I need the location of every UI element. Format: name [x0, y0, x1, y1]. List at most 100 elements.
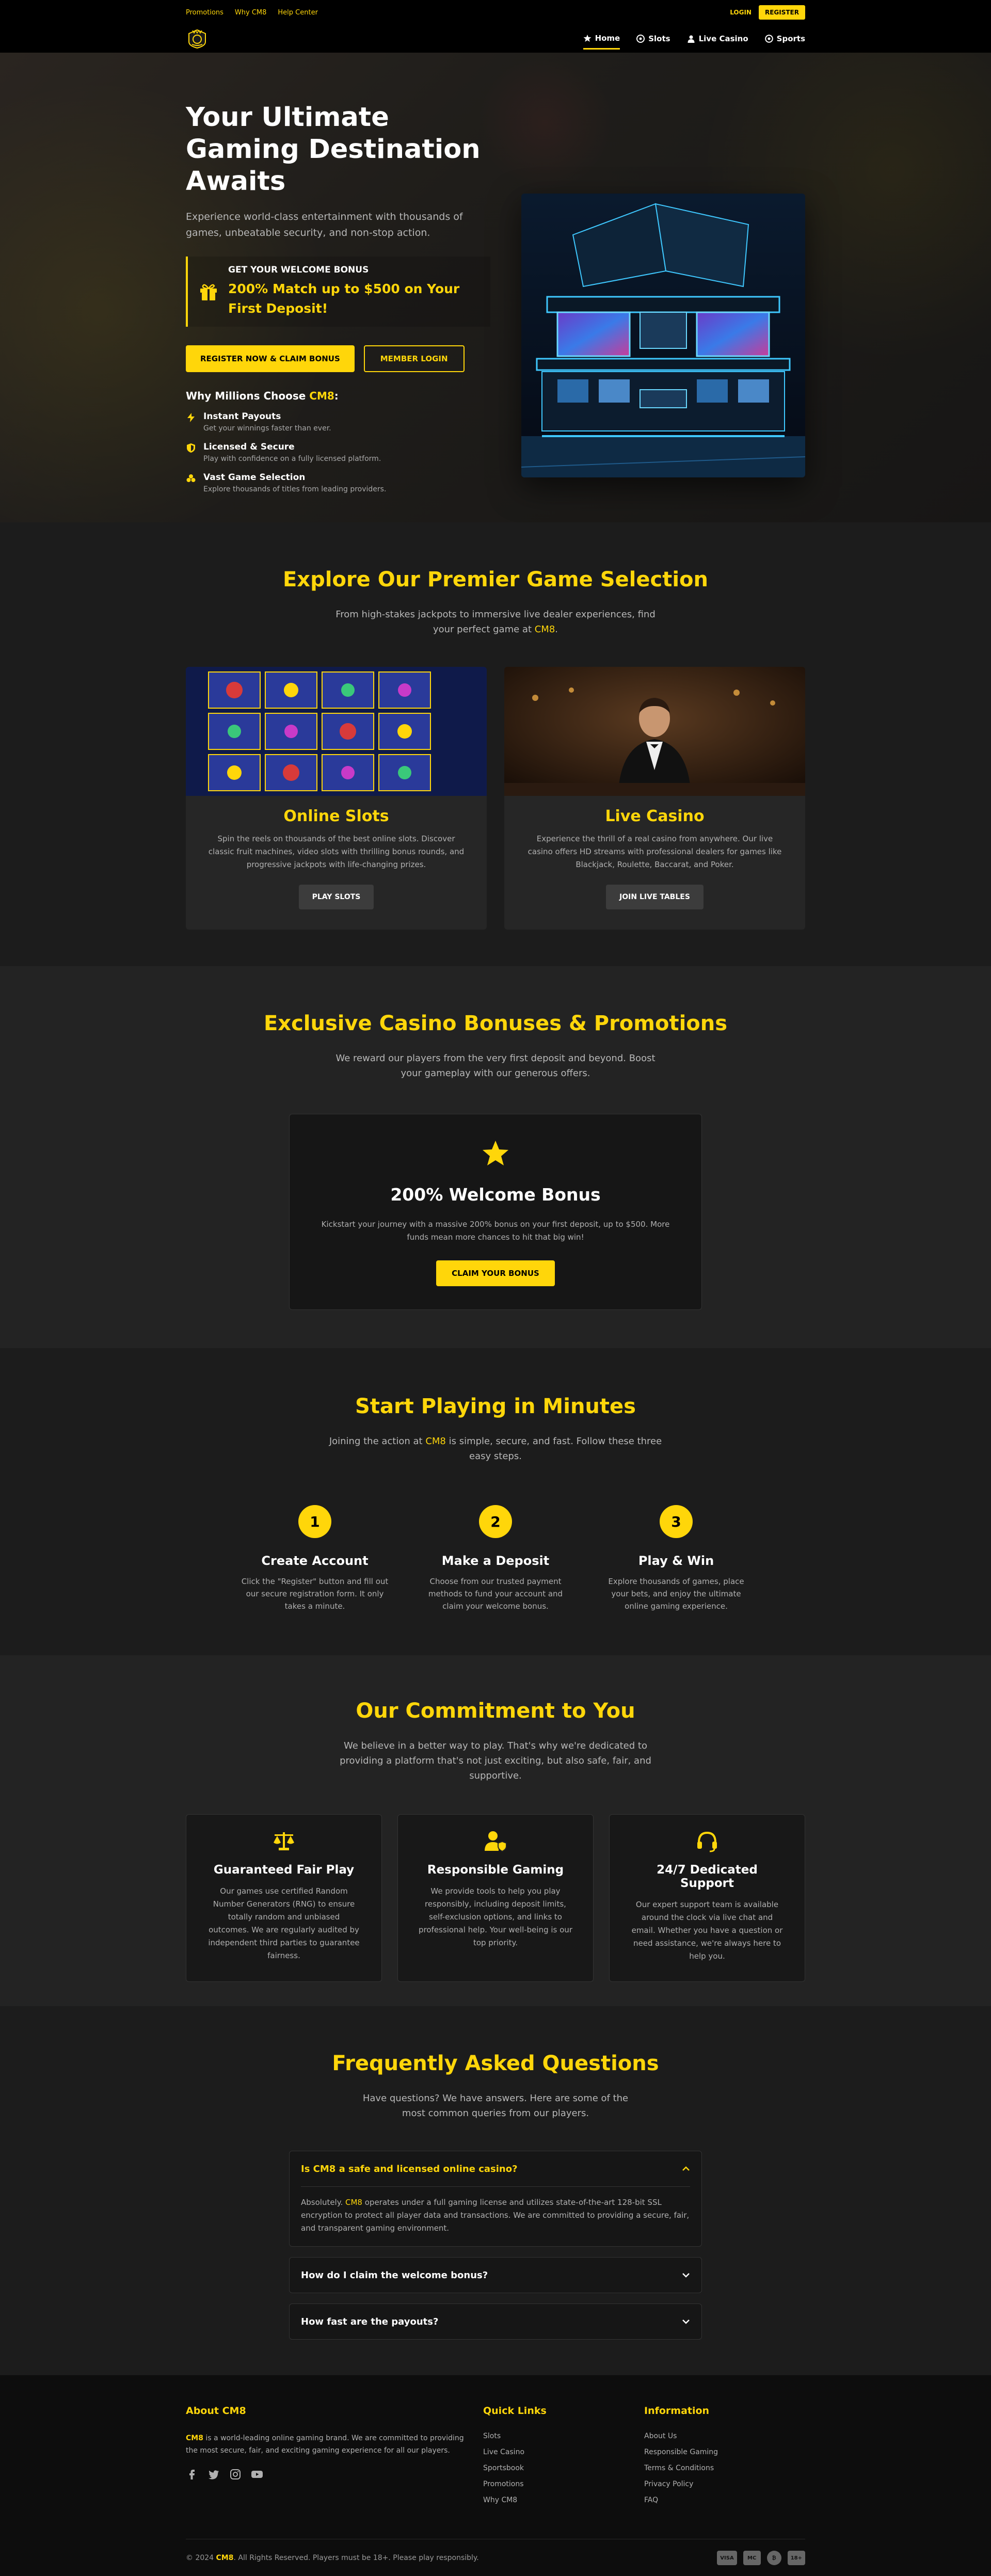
- feature-text: Explore thousands of titles from leading…: [203, 485, 387, 493]
- social-links: [186, 2468, 483, 2481]
- nav-label: Home: [595, 33, 620, 43]
- footer-link-responsible-gaming[interactable]: Responsible Gaming: [644, 2448, 805, 2456]
- user-shield-icon: [485, 1831, 507, 1852]
- commitment-heading: Our Commitment to You: [356, 1699, 635, 1723]
- faq-question-text: How do I claim the welcome bonus?: [301, 2269, 488, 2281]
- login-link[interactable]: LOGIN: [730, 9, 752, 16]
- step-play-win: 3 Play & Win Explore thousands of games,…: [599, 1505, 754, 1612]
- hero-section: Your Ultimate Gaming Destination Awaits …: [0, 53, 991, 522]
- why-list: Instant Payouts Get your winnings faster …: [186, 411, 490, 493]
- footer-link-sportsbook[interactable]: Sportsbook: [483, 2464, 644, 2472]
- step-create-account: 1 Create Account Click the "Register" bu…: [237, 1505, 392, 1612]
- footer-about-text: CM8 is a world-leading online gaming bra…: [186, 2432, 465, 2457]
- payment-icons: VISA MC ₿ 18+: [717, 2551, 805, 2565]
- footer-link-promotions[interactable]: Promotions: [483, 2480, 644, 2488]
- game-card-text: Experience the thrill of a real casino f…: [528, 834, 782, 869]
- commit-title: Responsible Gaming: [427, 1863, 564, 1877]
- footer-link-live-casino[interactable]: Live Casino: [483, 2448, 644, 2456]
- faq-question-text: Is CM8 a safe and licensed online casino…: [301, 2163, 518, 2174]
- commit-text: Our expert support team is available aro…: [631, 1900, 783, 1961]
- step-number: 2: [479, 1505, 512, 1538]
- steps-section: Start Playing in Minutes Joining the act…: [0, 1348, 991, 1655]
- footer-link-privacy[interactable]: Privacy Policy: [644, 2480, 805, 2488]
- faq-question[interactable]: Is CM8 a safe and licensed online casino…: [290, 2151, 701, 2186]
- nav-sports[interactable]: Sports: [764, 28, 805, 50]
- join-live-tables-button[interactable]: JOIN LIVE TABLES: [606, 885, 704, 909]
- steps-heading: Start Playing in Minutes: [355, 1395, 636, 1418]
- cm8-logo[interactable]: [186, 28, 209, 49]
- twitter-icon[interactable]: [207, 2468, 220, 2481]
- step-title: Make a Deposit: [441, 1554, 550, 1568]
- feature-text: Get your winnings faster than ever.: [203, 424, 331, 433]
- games-lead-suffix: .: [555, 624, 558, 635]
- steps-lead-text: Joining the action at: [329, 1436, 426, 1447]
- game-card-title: Online Slots: [283, 807, 389, 825]
- user-icon: [688, 35, 695, 43]
- faq-question[interactable]: How fast are the payouts?: [290, 2304, 701, 2339]
- footer-link-slots[interactable]: Slots: [483, 2432, 644, 2440]
- steps-lead: Joining the action at CM8 is simple, sec…: [325, 1434, 666, 1464]
- claim-bonus-button[interactable]: CLAIM YOUR BONUS: [436, 1260, 555, 1286]
- step-text: Explore thousands of games, place your b…: [608, 1577, 744, 1611]
- top-link-help-center[interactable]: Help Center: [278, 9, 318, 17]
- nav-live-casino[interactable]: Live Casino: [687, 28, 748, 50]
- chevron-up-icon: [682, 2166, 690, 2171]
- top-link-promotions[interactable]: Promotions: [186, 9, 223, 17]
- chevron-down-icon: [682, 2319, 690, 2324]
- member-login-button[interactable]: MEMBER LOGIN: [363, 345, 465, 372]
- step-make-deposit: 2 Make a Deposit Choose from our trusted…: [418, 1505, 573, 1612]
- register-button-small[interactable]: REGISTER: [758, 5, 805, 20]
- soccer-ball-icon: [764, 35, 773, 43]
- bitcoin-icon: ₿: [766, 2551, 781, 2565]
- live-casino-image: [504, 667, 805, 796]
- dice-icon: [636, 35, 645, 43]
- why-choose-heading: Why Millions Choose CM8:: [186, 390, 490, 402]
- step-title: Play & Win: [638, 1554, 714, 1568]
- games-lead: From high-stakes jackpots to immersive l…: [325, 607, 666, 637]
- step-text: Choose from our trusted payment methods …: [428, 1577, 563, 1611]
- step-title: Create Account: [261, 1554, 369, 1568]
- gift-icon: [200, 284, 217, 300]
- footer-link-why-cm8[interactable]: Why CM8: [483, 2496, 644, 2504]
- bonus-heading: Exclusive Casino Bonuses & Promotions: [263, 1012, 728, 1035]
- feature-text: Play with confidence on a fully licensed…: [203, 455, 381, 463]
- top-links: Promotions Why CM8 Help Center: [186, 9, 318, 17]
- feature-title: Instant Payouts: [203, 411, 281, 422]
- games-lead-brand: CM8: [534, 624, 555, 635]
- play-slots-button[interactable]: PLAY SLOTS: [298, 885, 374, 909]
- why-brand: CM8: [309, 390, 334, 402]
- footer-quick-links: Quick Links Slots Live Casino Sportsbook…: [483, 2405, 644, 2512]
- steps-lead-brand: CM8: [425, 1436, 446, 1447]
- faq-section: Frequently Asked Questions Have question…: [0, 2006, 991, 2375]
- games-heading: Explore Our Premier Game Selection: [282, 568, 709, 591]
- faq-heading: Frequently Asked Questions: [332, 2052, 659, 2075]
- faq-question[interactable]: How do I claim the welcome bonus?: [290, 2258, 701, 2293]
- game-card-live-casino: Live Casino Experience the thrill of a r…: [504, 667, 805, 930]
- about-title-brand: CM8: [222, 2405, 246, 2417]
- footer-link-terms[interactable]: Terms & Conditions: [644, 2464, 805, 2472]
- game-card-slots: Online Slots Spin the reels on thousands…: [186, 667, 487, 930]
- welcome-bonus-card: 200% Welcome Bonus Kickstart your journe…: [289, 1114, 702, 1310]
- feature-instant-payouts: Instant Payouts Get your winnings faster …: [186, 411, 490, 433]
- mastercard-icon: MC: [743, 2551, 761, 2565]
- step-text: Click the "Register" button and fill out…: [241, 1577, 389, 1611]
- footer-about-title: About CM8: [186, 2405, 483, 2417]
- faq-item-payouts: How fast are the payouts?: [289, 2303, 702, 2340]
- about-text: is a world-leading online gaming brand. …: [186, 2434, 464, 2455]
- youtube-icon[interactable]: [251, 2468, 263, 2481]
- nav-slots[interactable]: Slots: [636, 28, 670, 50]
- top-link-why-cm8[interactable]: Why CM8: [235, 9, 266, 17]
- nav-home[interactable]: Home: [583, 28, 620, 50]
- commit-support: 24/7 Dedicated Support Our expert suppor…: [609, 1814, 805, 1982]
- age-restriction-icon: 18+: [787, 2551, 805, 2565]
- footer-information: Information About Us Responsible Gaming …: [644, 2405, 805, 2512]
- footer-link-faq[interactable]: FAQ: [644, 2496, 805, 2504]
- footer-link-about-us[interactable]: About Us: [644, 2432, 805, 2440]
- register-claim-button[interactable]: REGISTER NOW & CLAIM BONUS: [186, 345, 355, 372]
- commit-title: 24/7 Dedicated Support: [657, 1863, 758, 1890]
- steps-lead-suffix: is simple, secure, and fast. Follow thes…: [445, 1436, 662, 1462]
- instagram-icon[interactable]: [229, 2468, 242, 2481]
- copyright-text: . All Rights Reserved. Players must be 1…: [233, 2554, 479, 2562]
- main-nav: Home Slots Live Casino Sports: [583, 28, 805, 50]
- facebook-icon[interactable]: [186, 2468, 198, 2481]
